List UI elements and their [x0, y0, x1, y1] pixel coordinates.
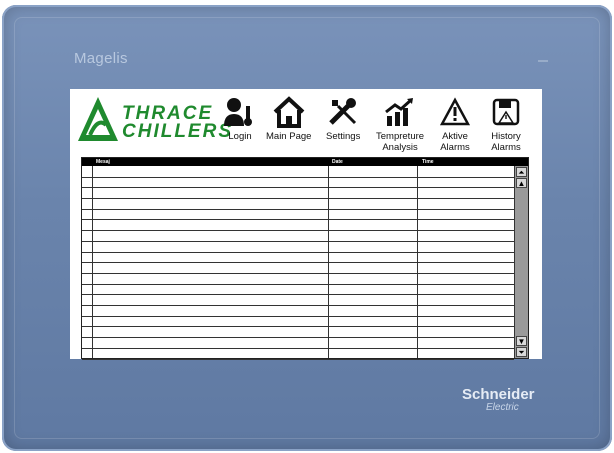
nav-active-alarms-button[interactable]: Aktive Alarms	[440, 93, 470, 153]
column-divider	[417, 166, 418, 358]
company-logo: THRACE CHILLERS	[76, 95, 231, 145]
manufacturer-sub-logo: Electric	[486, 402, 519, 413]
column-header-time: Time	[422, 159, 434, 165]
table-row[interactable]	[82, 348, 514, 360]
nav-temperature-analysis-button[interactable]: Tempreture Analysis	[376, 93, 424, 153]
nav-temperature-analysis-label: Tempreture Analysis	[376, 131, 425, 153]
status-led	[538, 60, 548, 62]
alarm-table: Mesaj Date Time ⏶ ▲ ▼ ⏷	[81, 157, 529, 360]
scroll-top-button[interactable]: ⏶	[516, 167, 527, 177]
user-key-icon	[222, 93, 258, 131]
scroll-down-button[interactable]: ▼	[516, 336, 527, 346]
home-icon	[272, 93, 306, 131]
warning-triangle-icon	[440, 93, 470, 131]
scroll-up-button[interactable]: ▲	[516, 178, 527, 188]
column-header-date: Date	[332, 159, 343, 165]
wrench-screwdriver-icon	[326, 93, 360, 131]
nav-settings-button[interactable]: Settings	[326, 93, 360, 142]
screen-header: THRACE CHILLERS Login Main Page Settings…	[70, 89, 542, 155]
nav-settings-label: Settings	[326, 131, 361, 142]
column-divider	[92, 166, 93, 358]
bar-chart-trend-icon	[383, 93, 417, 131]
alarm-table-header: Mesaj Date Time	[82, 158, 528, 166]
floppy-alarm-icon	[491, 93, 521, 131]
alarm-table-body	[82, 166, 514, 360]
logo-triangle-icon	[78, 97, 118, 141]
alarm-table-scrollbar[interactable]: ⏶ ▲ ▼ ⏷	[514, 166, 528, 358]
nav-login-button[interactable]: Login	[222, 93, 258, 142]
nav-main-page-button[interactable]: Main Page	[266, 93, 311, 142]
nav-active-alarms-label: Aktive Alarms	[440, 131, 470, 153]
device-model-label: Magelis	[74, 50, 128, 67]
nav-main-page-label: Main Page	[266, 131, 312, 142]
column-header-message: Mesaj	[96, 159, 110, 165]
column-divider	[328, 166, 329, 358]
logo-line-2: CHILLERS	[122, 121, 233, 142]
nav-history-alarms-button[interactable]: History Alarms	[491, 93, 521, 153]
scroll-bottom-button[interactable]: ⏷	[516, 347, 527, 357]
nav-history-alarms-label: History Alarms	[491, 131, 521, 153]
nav-login-label: Login	[228, 131, 252, 142]
hmi-screen: THRACE CHILLERS Login Main Page Settings…	[70, 89, 542, 360]
manufacturer-logo: Schneider	[462, 386, 535, 403]
